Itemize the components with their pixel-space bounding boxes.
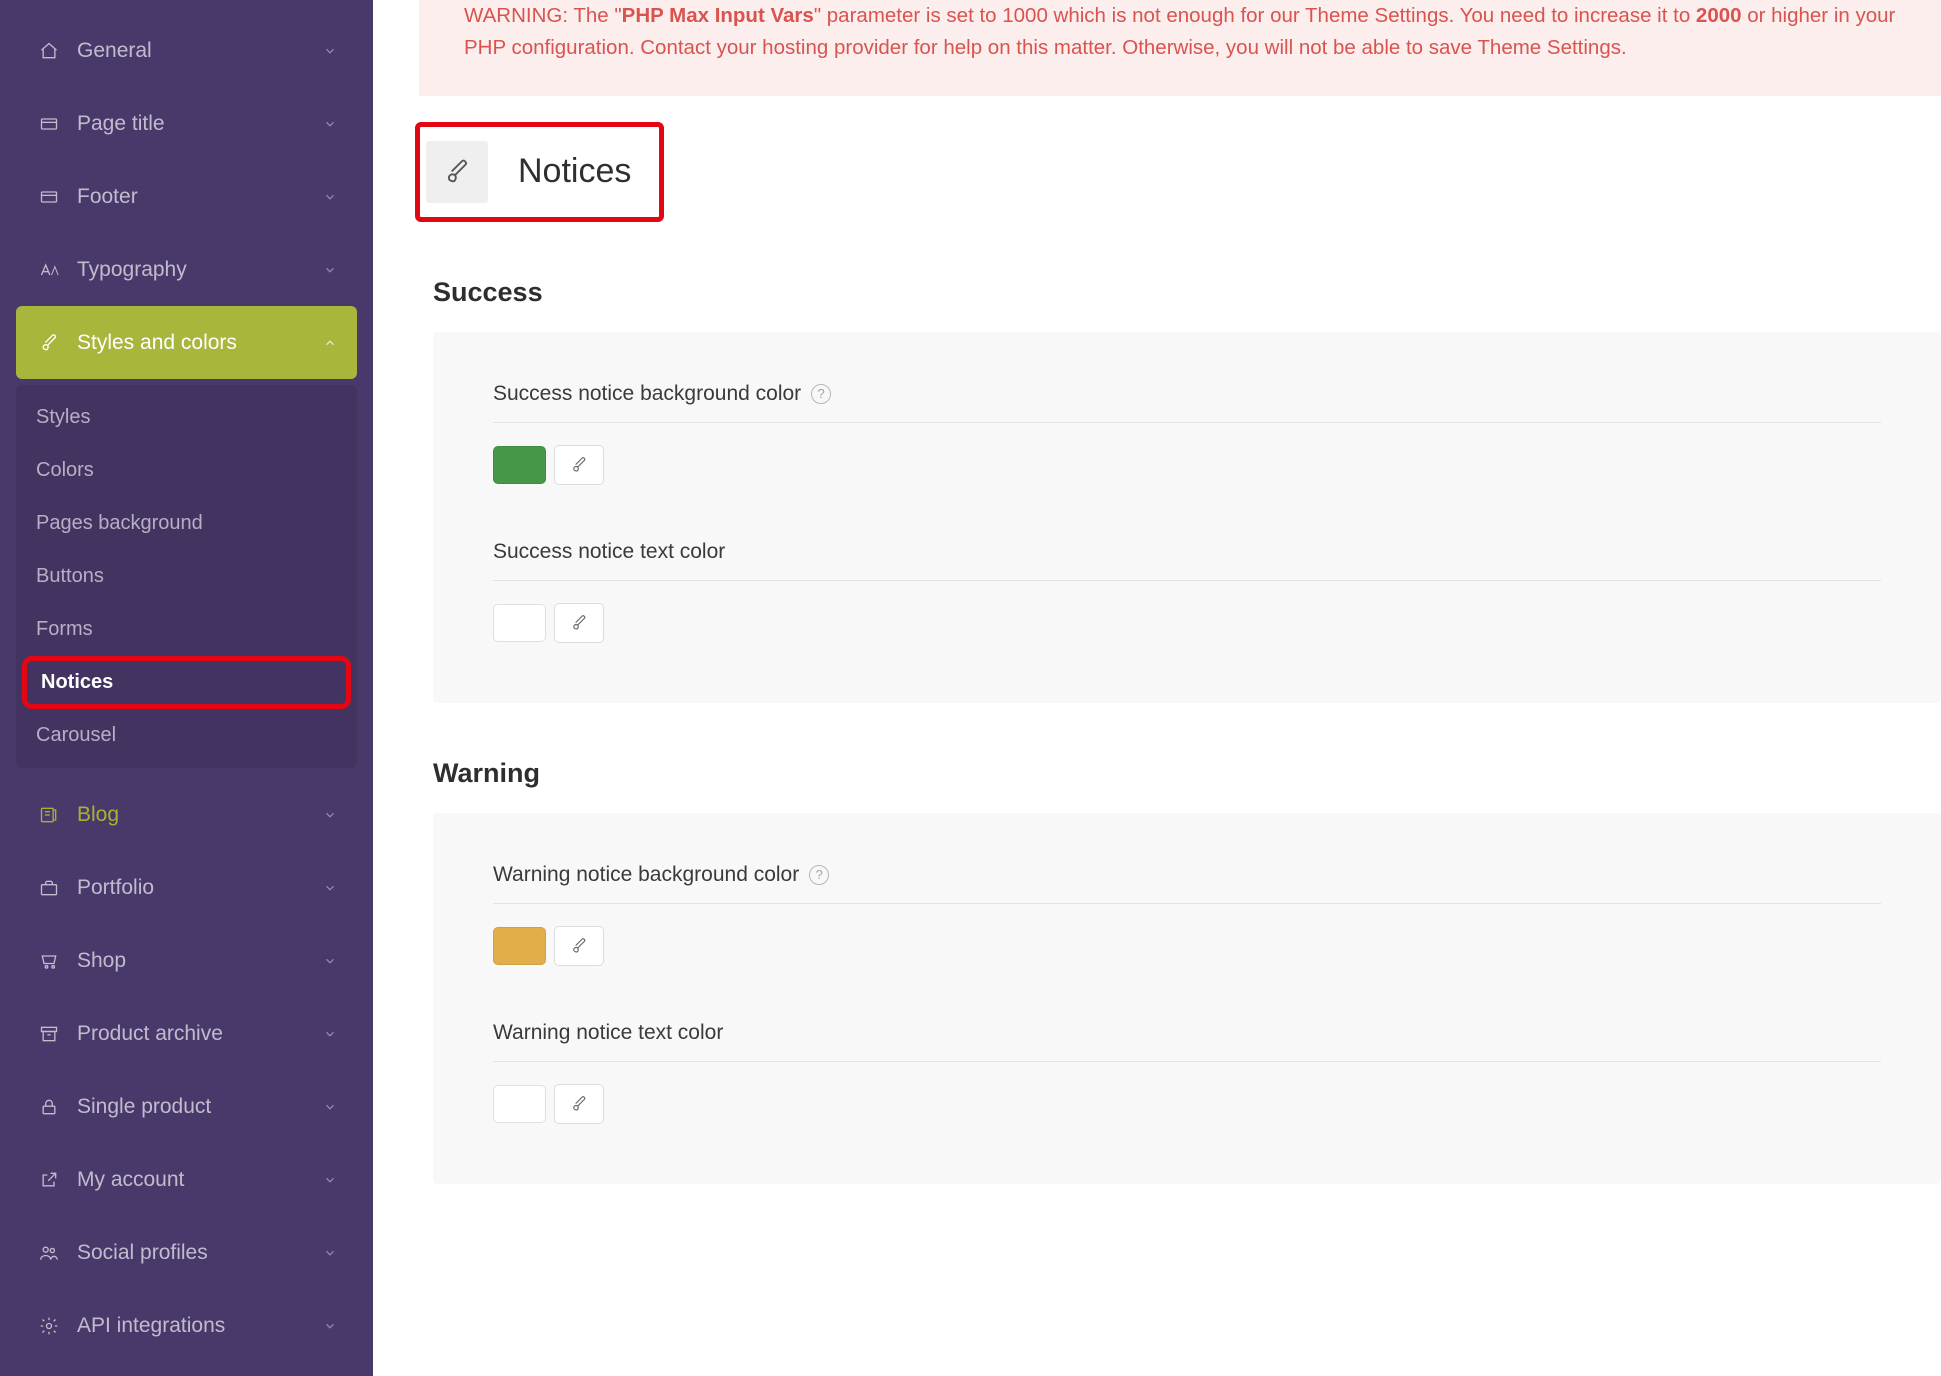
sidebar-submenu: StylesColorsPages backgroundButtonsForms… (16, 385, 357, 768)
sidebar-item-label: Footer (77, 185, 138, 209)
sidebar-item-single-product[interactable]: Single product (16, 1070, 357, 1143)
color-picker-row (493, 603, 1881, 643)
field: Warning notice text color (493, 1021, 1881, 1124)
color-picker-row (493, 445, 1881, 485)
home-up-icon (36, 41, 62, 61)
warning-text: " parameter is set to 1000 which is not … (814, 4, 1696, 27)
settings-panel: Success notice background color? Success … (433, 332, 1941, 703)
color-swatch[interactable] (493, 927, 546, 965)
brush-icon (36, 333, 62, 353)
sidebar-subitem-buttons[interactable]: Buttons (16, 550, 357, 603)
color-picker-button[interactable] (554, 603, 604, 643)
typo-icon (36, 260, 62, 280)
page-title-row: Notices (415, 122, 664, 222)
sidebar-item-footer[interactable]: Footer (16, 160, 357, 233)
field-label: Warning notice background color? (493, 863, 1881, 904)
field-label: Warning notice text color (493, 1021, 1881, 1062)
chevron-down-icon (323, 117, 337, 131)
sidebar-item-label: Portfolio (77, 876, 154, 900)
warning-banner: WARNING: The "PHP Max Input Vars" parame… (419, 0, 1941, 96)
sidebar-item-social-profiles[interactable]: Social profiles (16, 1216, 357, 1289)
sidebar-subitem-styles[interactable]: Styles (16, 391, 357, 444)
sidebar-item-label: Social profiles (77, 1241, 208, 1265)
sidebar-item-page-title[interactable]: Page title (16, 87, 357, 160)
warning-bold-value: 2000 (1696, 4, 1742, 27)
help-icon[interactable]: ? (811, 384, 831, 404)
color-picker-button[interactable] (554, 926, 604, 966)
chevron-down-icon (323, 263, 337, 277)
color-picker-row (493, 1084, 1881, 1124)
case-icon (36, 878, 62, 898)
sidebar-item-label: My account (77, 1168, 184, 1192)
color-picker-row (493, 926, 1881, 966)
lock-icon (36, 1097, 62, 1117)
sidebar-item-label: Shop (77, 949, 126, 973)
section-title-warning: Warning (433, 758, 1941, 789)
help-icon[interactable]: ? (809, 865, 829, 885)
color-picker-button[interactable] (554, 445, 604, 485)
section-title-success: Success (433, 277, 1941, 308)
field: Success notice text color (493, 540, 1881, 643)
field: Success notice background color? (493, 382, 1881, 485)
warning-bold-param: PHP Max Input Vars (622, 4, 814, 27)
color-swatch[interactable] (493, 604, 546, 642)
content-area: WARNING: The "PHP Max Input Vars" parame… (373, 0, 1941, 1376)
sidebar-item-portfolio[interactable]: Portfolio (16, 851, 357, 924)
sidebar-item-label: API integrations (77, 1314, 225, 1338)
chevron-down-icon (323, 190, 337, 204)
chevron-down-icon (323, 1100, 337, 1114)
gear-icon (36, 1316, 62, 1336)
users-icon (36, 1243, 62, 1263)
chevron-down-icon (323, 954, 337, 968)
sidebar-item-shop[interactable]: Shop (16, 924, 357, 997)
sidebar-item-api-integrations[interactable]: API integrations (16, 1289, 357, 1362)
sidebar-subitem-carousel[interactable]: Carousel (16, 709, 357, 762)
sidebar-item-general[interactable]: General (16, 14, 357, 87)
chevron-down-icon (323, 1246, 337, 1260)
sidebar-item-label: Typography (77, 258, 187, 282)
page-title: Notices (518, 152, 631, 191)
archive-icon (36, 1024, 62, 1044)
sidebar-item-my-account[interactable]: My account (16, 1143, 357, 1216)
sidebar-item-label: Page title (77, 112, 165, 136)
sidebar-item-typography[interactable]: Typography (16, 233, 357, 306)
chevron-down-icon (323, 881, 337, 895)
field-label: Success notice text color (493, 540, 1881, 581)
color-swatch[interactable] (493, 446, 546, 484)
sidebar-item-label: Blog (77, 803, 119, 827)
sidebar-subitem-notices[interactable]: Notices (22, 656, 351, 709)
sidebar-item-label: General (77, 39, 152, 63)
sidebar-subitem-colors[interactable]: Colors (16, 444, 357, 497)
brush-icon (426, 141, 488, 203)
cart-icon (36, 951, 62, 971)
sidebar-item-label: Styles and colors (77, 331, 237, 355)
sidebar-item-label: Single product (77, 1095, 211, 1119)
sidebar: General Page title Footer Typography Styles … (0, 0, 373, 1376)
rect-icon (36, 114, 62, 134)
chevron-up-icon (323, 336, 337, 350)
sidebar-item-styles-and-colors[interactable]: Styles and colors (16, 306, 357, 379)
sidebar-item-blog[interactable]: Blog (16, 778, 357, 851)
sidebar-subitem-forms[interactable]: Forms (16, 603, 357, 656)
field-label: Success notice background color? (493, 382, 1881, 423)
color-picker-button[interactable] (554, 1084, 604, 1124)
export-icon (36, 1170, 62, 1190)
settings-panel: Warning notice background color? Warning … (433, 813, 1941, 1184)
rect-icon (36, 187, 62, 207)
sidebar-item-label: Product archive (77, 1022, 223, 1046)
sidebar-subitem-pages-background[interactable]: Pages background (16, 497, 357, 550)
color-swatch[interactable] (493, 1085, 546, 1123)
chevron-down-icon (323, 1173, 337, 1187)
warning-text: WARNING: The " (464, 4, 622, 27)
sidebar-item-product-archive[interactable]: Product archive (16, 997, 357, 1070)
chevron-down-icon (323, 808, 337, 822)
chevron-down-icon (323, 44, 337, 58)
chevron-down-icon (323, 1027, 337, 1041)
blog-icon (36, 805, 62, 825)
field: Warning notice background color? (493, 863, 1881, 966)
chevron-down-icon (323, 1319, 337, 1333)
